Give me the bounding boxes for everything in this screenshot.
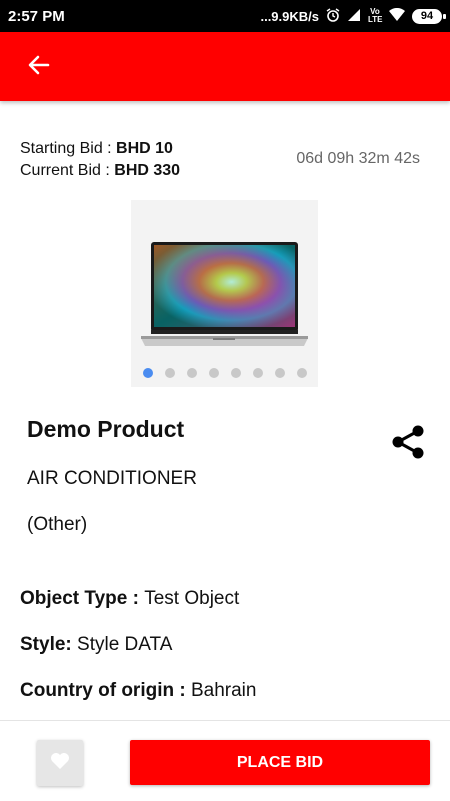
volte-label: Vo LTE <box>368 7 383 24</box>
attribute-key: Style: <box>20 634 78 655</box>
app-bar <box>0 32 450 101</box>
attribute-key: Object Type : <box>20 588 145 609</box>
attribute-style: Style: Style DATA <box>20 634 172 656</box>
current-bid-row: Current Bid : BHD 330 <box>20 160 180 182</box>
status-bar: 2:57 PM ...9.9KB/s Vo LTE 94 <box>0 0 450 32</box>
product-image-carousel[interactable] <box>131 200 318 387</box>
starting-bid-row: Starting Bid : BHD 10 <box>20 138 180 160</box>
carousel-dot[interactable] <box>296 368 307 378</box>
share-icon <box>388 425 428 466</box>
current-bid-value: BHD 330 <box>114 162 181 179</box>
wifi-icon <box>389 7 405 24</box>
carousel-dot[interactable] <box>208 368 219 378</box>
starting-bid-label: Starting Bid : <box>20 140 117 157</box>
signal-icon <box>347 8 361 25</box>
attribute-country-of-origin: Country of origin : Bahrain <box>20 680 256 702</box>
carousel-dot[interactable] <box>252 368 263 378</box>
alarm-icon <box>326 7 340 25</box>
current-bid-label: Current Bid : <box>20 162 115 179</box>
carousel-dot[interactable] <box>230 368 241 378</box>
network-speed: ...9.9KB/s <box>260 8 319 24</box>
attribute-value: Test Object <box>144 588 240 609</box>
place-bid-button[interactable]: PLACE BID <box>130 740 430 785</box>
bottom-action-bar: PLACE BID <box>0 720 450 801</box>
heart-icon <box>50 752 70 775</box>
product-image <box>139 242 310 363</box>
arrow-left-icon <box>28 55 50 80</box>
share-button[interactable] <box>388 422 428 462</box>
bid-info: Starting Bid : BHD 10 Current Bid : BHD … <box>20 138 180 182</box>
product-subcategory: (Other) <box>27 514 88 535</box>
carousel-dot[interactable] <box>142 368 153 378</box>
attribute-value: Style DATA <box>77 634 173 655</box>
carousel-indicators <box>131 368 318 378</box>
product-name: Demo Product <box>27 416 185 442</box>
starting-bid-value: BHD 10 <box>116 140 173 157</box>
carousel-dot[interactable] <box>186 368 197 378</box>
attribute-value: Bahrain <box>190 680 257 701</box>
attribute-key: Country of origin : <box>20 680 191 701</box>
product-category: AIR CONDITIONER <box>27 468 197 489</box>
carousel-dot[interactable] <box>274 368 285 378</box>
auction-countdown: 06d 09h 32m 42s <box>296 150 420 167</box>
status-time: 2:57 PM <box>8 7 65 25</box>
favorite-button[interactable] <box>37 740 83 786</box>
status-indicators: ...9.9KB/s Vo LTE 94 <box>260 7 446 25</box>
attribute-object-type: Object Type : Test Object <box>20 588 239 610</box>
battery-indicator: 94 <box>412 8 446 24</box>
carousel-dot[interactable] <box>164 368 175 378</box>
back-button[interactable] <box>22 52 56 82</box>
